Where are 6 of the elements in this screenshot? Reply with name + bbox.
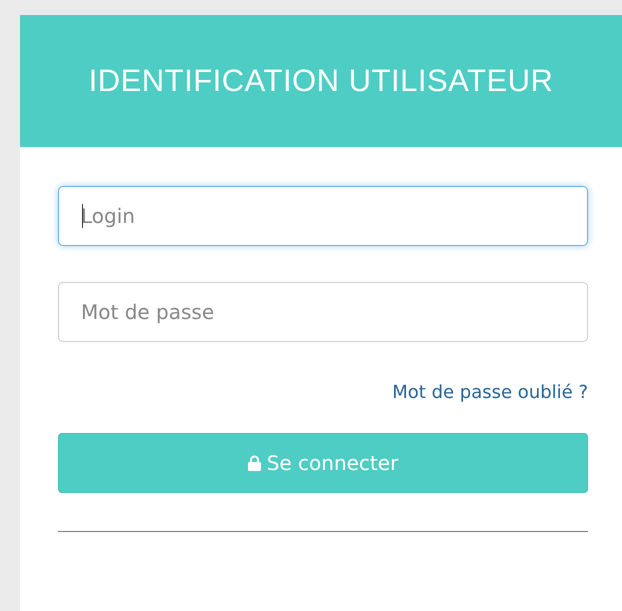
input-field[interactable]: Login: [58, 186, 588, 246]
lock-icon: [248, 455, 261, 471]
text-cursor: [82, 204, 83, 228]
input-field[interactable]: Mot de passe: [58, 282, 588, 342]
card-title: IDENTIFICATION UTILISATEUR: [88, 63, 554, 99]
forgot-password-link[interactable]: Mot de passe oublié ?: [392, 382, 588, 403]
